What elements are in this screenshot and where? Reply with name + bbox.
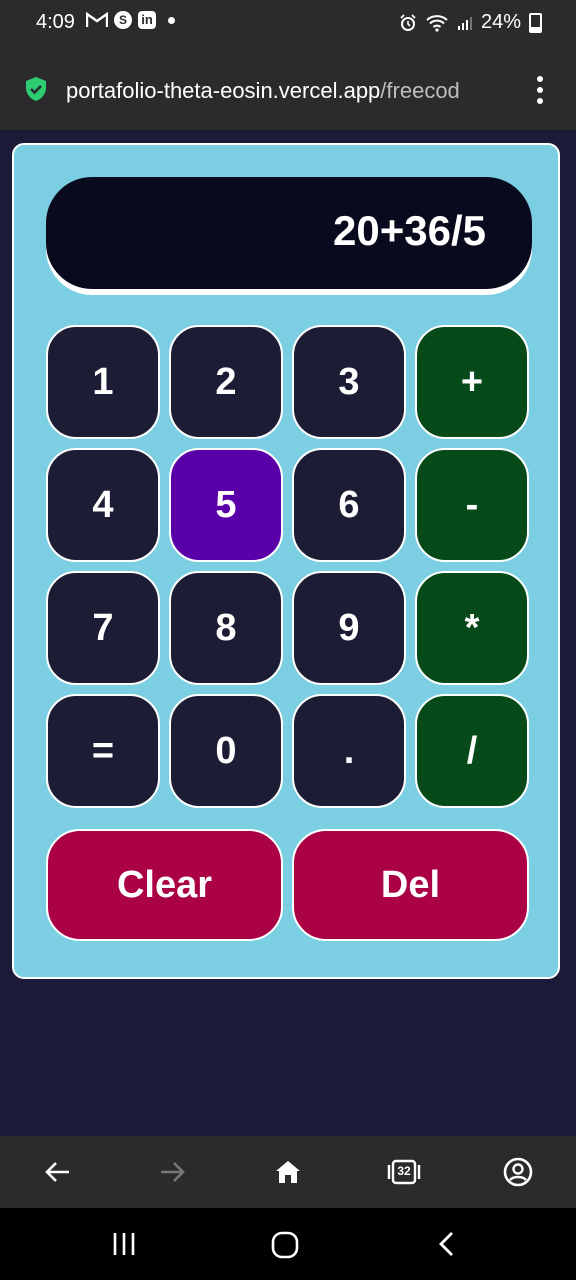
battery-percent: 24% <box>480 11 521 33</box>
home-button-icon[interactable] <box>270 1230 300 1260</box>
linkedin-icon: in <box>138 11 156 29</box>
key-6[interactable]: 6 <box>292 448 406 562</box>
system-status-icons: 24% <box>399 11 542 34</box>
shield-check-icon[interactable] <box>24 76 48 102</box>
signal-icon <box>457 16 472 30</box>
key-1[interactable]: 1 <box>46 325 160 439</box>
status-time: 4:09 <box>36 11 75 33</box>
tab-count: 32 <box>397 1164 411 1178</box>
key-3[interactable]: 3 <box>292 325 406 439</box>
key-9[interactable]: 9 <box>292 571 406 685</box>
clear-button[interactable]: Clear <box>46 829 283 941</box>
key-7[interactable]: 7 <box>46 571 160 685</box>
alarm-icon <box>400 13 416 31</box>
key-plus[interactable]: + <box>415 325 529 439</box>
calculator: 20+36/5 1 2 3 + 4 5 6 - 7 8 9 * = 0 . / … <box>12 143 560 979</box>
key-4[interactable]: 4 <box>46 448 160 562</box>
key-5[interactable]: 5 <box>169 448 283 562</box>
account-icon[interactable] <box>502 1156 534 1188</box>
url-text[interactable]: portafolio-theta-eosin.vercel.app/freeco… <box>66 78 514 104</box>
dot-icon <box>168 16 175 24</box>
system-navigation-bar <box>0 1208 576 1280</box>
more-vert-icon[interactable] <box>530 76 550 104</box>
key-0[interactable]: 0 <box>169 694 283 808</box>
display-value: 20+36/5 <box>333 207 486 254</box>
status-bar: 4:09 S in 24% <box>0 0 576 46</box>
recent-apps-icon[interactable] <box>110 1230 138 1258</box>
key-8[interactable]: 8 <box>169 571 283 685</box>
key-minus[interactable]: - <box>415 448 529 562</box>
notification-icons: S in <box>86 11 175 29</box>
wifi-icon <box>426 14 448 32</box>
back-button-icon[interactable] <box>434 1230 460 1258</box>
browser-chrome: 4:09 S in 24% portafolio-theta-eosin.ver… <box>0 0 576 130</box>
tabs-icon[interactable]: 32 <box>386 1156 422 1188</box>
url-host: portafolio-theta-eosin.vercel.app <box>66 78 381 103</box>
gmail-icon <box>86 12 108 27</box>
url-path: /freecod <box>380 78 460 103</box>
address-bar[interactable]: portafolio-theta-eosin.vercel.app/freeco… <box>0 62 576 118</box>
calculator-display: 20+36/5 <box>46 177 532 289</box>
home-icon[interactable] <box>272 1156 304 1188</box>
delete-button[interactable]: Del <box>292 829 529 941</box>
back-arrow-icon[interactable] <box>42 1156 74 1188</box>
browser-toolbar: 32 <box>0 1136 576 1208</box>
key-divide[interactable]: / <box>415 694 529 808</box>
key-2[interactable]: 2 <box>169 325 283 439</box>
forward-arrow-icon[interactable] <box>156 1156 188 1188</box>
key-multiply[interactable]: * <box>415 571 529 685</box>
key-equals[interactable]: = <box>46 694 160 808</box>
skype-icon: S <box>114 11 132 29</box>
battery-icon <box>529 12 542 33</box>
key-decimal[interactable]: . <box>292 694 406 808</box>
